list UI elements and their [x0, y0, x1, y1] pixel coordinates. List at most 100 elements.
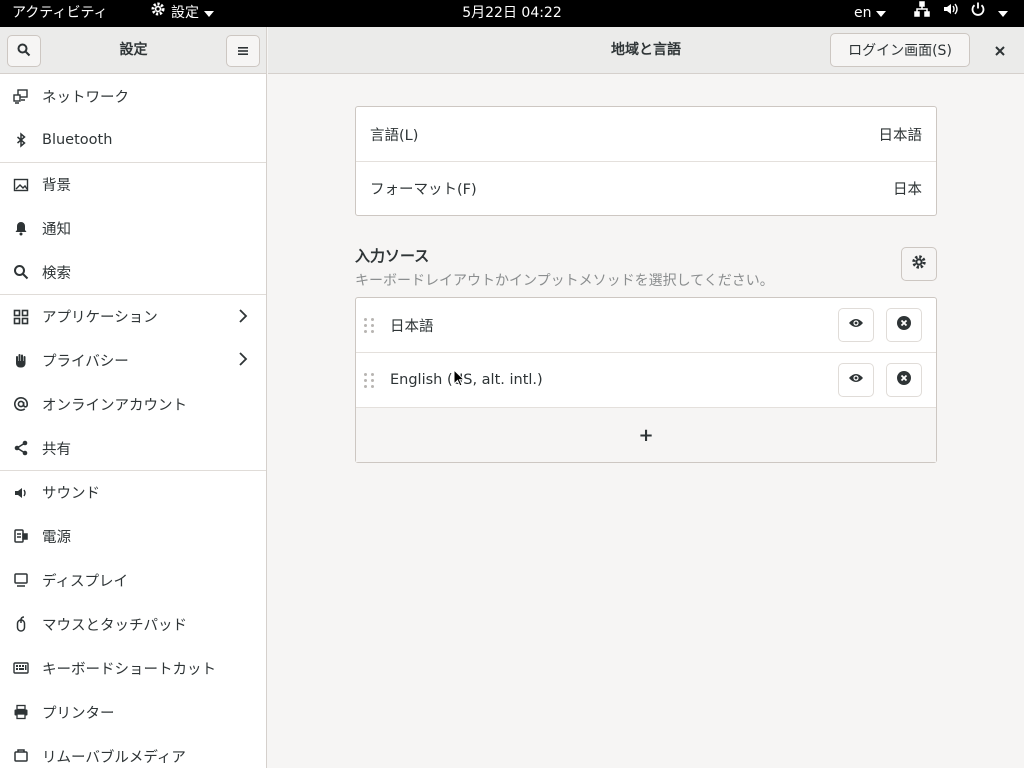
sidebar-item-label: キーボードショートカット: [42, 661, 216, 678]
sidebar-item-removable-media[interactable]: リムーバブルメディア: [0, 734, 266, 768]
sidebar-item-online-accounts[interactable]: オンラインアカウント: [0, 382, 266, 426]
remove-icon: [897, 316, 911, 334]
sidebar-item-printers[interactable]: プリンター: [0, 690, 266, 734]
display-icon: [12, 571, 30, 589]
format-label: フォーマット(F): [370, 182, 477, 198]
sidebar-nav: ネットワーク Bluetooth 背景 通知 検索 アプリケーション プライバシ…: [0, 74, 266, 768]
at-icon: [12, 395, 30, 413]
input-sources-heading: 入力ソース キーボードレイアウトかインプットメソッドを選択してください。: [355, 245, 774, 290]
sidebar-item-network[interactable]: ネットワーク: [0, 74, 266, 118]
eye-icon: [848, 372, 864, 388]
add-input-source-button[interactable]: +: [356, 408, 936, 462]
input-source-row[interactable]: English (US, alt. intl.): [356, 353, 936, 408]
input-sources-title: 入力ソース: [355, 247, 430, 265]
clock[interactable]: 5月22日 04:22: [462, 0, 562, 27]
sidebar-item-sound[interactable]: サウンド: [0, 470, 266, 514]
sidebar-item-search[interactable]: 検索: [0, 250, 266, 294]
sidebar-item-label: 検索: [42, 265, 71, 282]
remove-source-button[interactable]: [886, 308, 922, 342]
language-format-card: 言語(L) 日本語 フォーマット(F) 日本: [355, 106, 937, 216]
input-language-indicator[interactable]: en: [854, 0, 886, 27]
language-row[interactable]: 言語(L) 日本語: [356, 107, 936, 161]
sidebar-item-label: 共有: [42, 441, 71, 458]
apps-icon: [12, 308, 30, 326]
sidebar: 設定 ネットワーク Bluetooth 背景 通知 検索 アプリケーション プラ…: [0, 27, 267, 768]
printer-icon: [12, 703, 30, 721]
sidebar-item-mouse-touchpad[interactable]: マウスとタッチパッド: [0, 602, 266, 646]
sidebar-item-applications[interactable]: アプリケーション: [0, 294, 266, 338]
speaker-icon: [12, 484, 30, 502]
format-value: 日本: [893, 182, 922, 198]
input-source-row[interactable]: 日本語: [356, 298, 936, 353]
close-button[interactable]: [984, 35, 1016, 67]
sidebar-item-sharing[interactable]: 共有: [0, 426, 266, 470]
hamburger-icon: [237, 42, 249, 61]
mouse-cursor-icon: [453, 369, 465, 387]
sidebar-item-label: マウスとタッチパッド: [42, 617, 187, 634]
input-sources-options-button[interactable]: [901, 247, 937, 281]
sidebar-item-notifications[interactable]: 通知: [0, 206, 266, 250]
chevron-down-icon: [875, 10, 886, 17]
bluetooth-icon: [12, 131, 30, 149]
chevron-right-icon: [238, 309, 248, 327]
image-icon: [12, 176, 30, 194]
chevron-down-icon: [998, 10, 1008, 17]
sidebar-item-label: オンラインアカウント: [42, 397, 187, 414]
sidebar-item-label: アプリケーション: [42, 310, 158, 326]
sidebar-item-display[interactable]: ディスプレイ: [0, 558, 266, 602]
eye-icon: [848, 317, 864, 333]
hand-icon: [12, 351, 30, 369]
input-source-name: 日本語: [390, 318, 434, 335]
network-icon: [914, 0, 930, 27]
format-row[interactable]: フォーマット(F) 日本: [356, 161, 936, 215]
keyboard-icon: [12, 659, 30, 677]
input-sources-list: 日本語 English (US, alt. intl.) +: [355, 297, 937, 463]
power-plug-icon: [12, 527, 30, 545]
gear-icon: [911, 254, 927, 274]
power-icon: [970, 0, 986, 27]
app-menu[interactable]: 設定: [150, 0, 214, 27]
input-sources-subtitle: キーボードレイアウトかインプットメソッドを選択してください。: [355, 273, 774, 289]
sidebar-item-keyboard-shortcuts[interactable]: キーボードショートカット: [0, 646, 266, 690]
show-layout-button[interactable]: [838, 363, 874, 397]
input-source-name: English (US, alt. intl.): [390, 372, 543, 388]
top-bar: アクティビティ 設定 5月22日 04:22 en: [0, 0, 1024, 27]
mouse-icon: [12, 615, 30, 633]
sidebar-item-label: ネットワーク: [42, 89, 129, 106]
hamburger-menu-button[interactable]: [226, 35, 260, 67]
system-menu[interactable]: [914, 0, 1008, 27]
main-header: 地域と言語 ログイン画面(S): [268, 27, 1024, 74]
media-icon: [12, 747, 30, 765]
chevron-down-icon: [204, 10, 214, 17]
sidebar-item-background[interactable]: 背景: [0, 162, 266, 206]
search-icon: [12, 263, 30, 281]
language-label: 言語(L): [370, 127, 419, 144]
sidebar-item-label: 電源: [42, 529, 71, 546]
sidebar-item-label: サウンド: [42, 486, 100, 502]
sidebar-item-label: 背景: [42, 178, 71, 194]
sidebar-item-label: 通知: [42, 221, 71, 238]
language-value: 日本語: [878, 127, 923, 144]
sidebar-item-label: プライバシー: [42, 353, 129, 370]
close-icon: [994, 42, 1006, 61]
main-content: 言語(L) 日本語 フォーマット(F) 日本 入力ソース キーボードレイアウトか…: [268, 75, 1024, 768]
drag-handle-icon[interactable]: [364, 317, 374, 333]
sidebar-item-power[interactable]: 電源: [0, 514, 266, 558]
app-menu-label: 設定: [171, 5, 199, 21]
chevron-right-icon: [238, 352, 248, 370]
sidebar-item-label: ディスプレイ: [42, 573, 128, 590]
remove-source-button[interactable]: [886, 363, 922, 397]
search-button[interactable]: [7, 35, 41, 67]
add-icon: +: [638, 424, 654, 446]
show-layout-button[interactable]: [838, 308, 874, 342]
sidebar-item-label: プリンター: [42, 705, 115, 722]
sidebar-item-bluetooth[interactable]: Bluetooth: [0, 118, 266, 162]
sidebar-header: 設定: [0, 27, 266, 74]
login-screen-button[interactable]: ログイン画面(S): [830, 33, 970, 67]
input-language-label: en: [854, 5, 872, 21]
sidebar-item-label: リムーバブルメディア: [42, 749, 186, 766]
sidebar-item-privacy[interactable]: プライバシー: [0, 338, 266, 382]
volume-icon: [942, 0, 958, 27]
drag-handle-icon[interactable]: [364, 372, 374, 388]
activities-button[interactable]: アクティビティ: [12, 0, 108, 27]
